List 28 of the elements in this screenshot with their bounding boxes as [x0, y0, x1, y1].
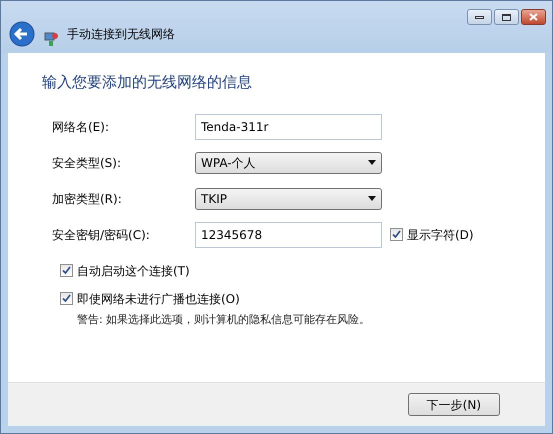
checkbox[interactable] — [60, 292, 73, 305]
checkbox-option[interactable]: 即使网络未进行广播也连接(O) — [60, 290, 545, 308]
close-icon — [529, 13, 538, 21]
checkbox[interactable] — [390, 228, 403, 241]
checkbox-option[interactable]: 显示字符(D) — [390, 226, 474, 244]
field-label: 安全类型(S): — [52, 154, 122, 172]
dropdown-arrow-icon — [368, 196, 376, 201]
checkmark-icon — [62, 266, 71, 275]
field-label: 加密类型(R): — [52, 190, 123, 208]
dropdown-arrow-icon — [368, 160, 376, 165]
dropdown[interactable]: TKIP — [195, 188, 382, 210]
checkbox[interactable] — [60, 264, 73, 277]
checkmark-icon — [62, 294, 71, 303]
checkmark-icon — [392, 230, 401, 239]
minimize-button[interactable] — [467, 9, 492, 25]
checkbox-option[interactable]: 自动启动这个连接(T) — [60, 262, 545, 280]
close-button[interactable] — [521, 9, 546, 25]
back-button[interactable] — [9, 21, 35, 47]
input-field[interactable]: Tenda-311r — [195, 114, 382, 140]
input-field[interactable]: 12345678 — [195, 222, 382, 248]
next-button[interactable]: 下一步(N) — [408, 393, 500, 416]
dropdown[interactable]: WPA-个人 — [195, 152, 382, 174]
field-label: 网络名(E): — [52, 118, 110, 136]
maximize-button[interactable] — [494, 9, 519, 25]
warning-text: 警告: 如果选择此选项，则计算机的隐私信息可能存在风险。 — [76, 312, 370, 328]
window-title: 手动连接到无线网络 — [67, 26, 175, 43]
field-label: 安全密钥/密码(C): — [52, 226, 151, 244]
page-heading: 输入您要添加的无线网络的信息 — [42, 72, 252, 93]
